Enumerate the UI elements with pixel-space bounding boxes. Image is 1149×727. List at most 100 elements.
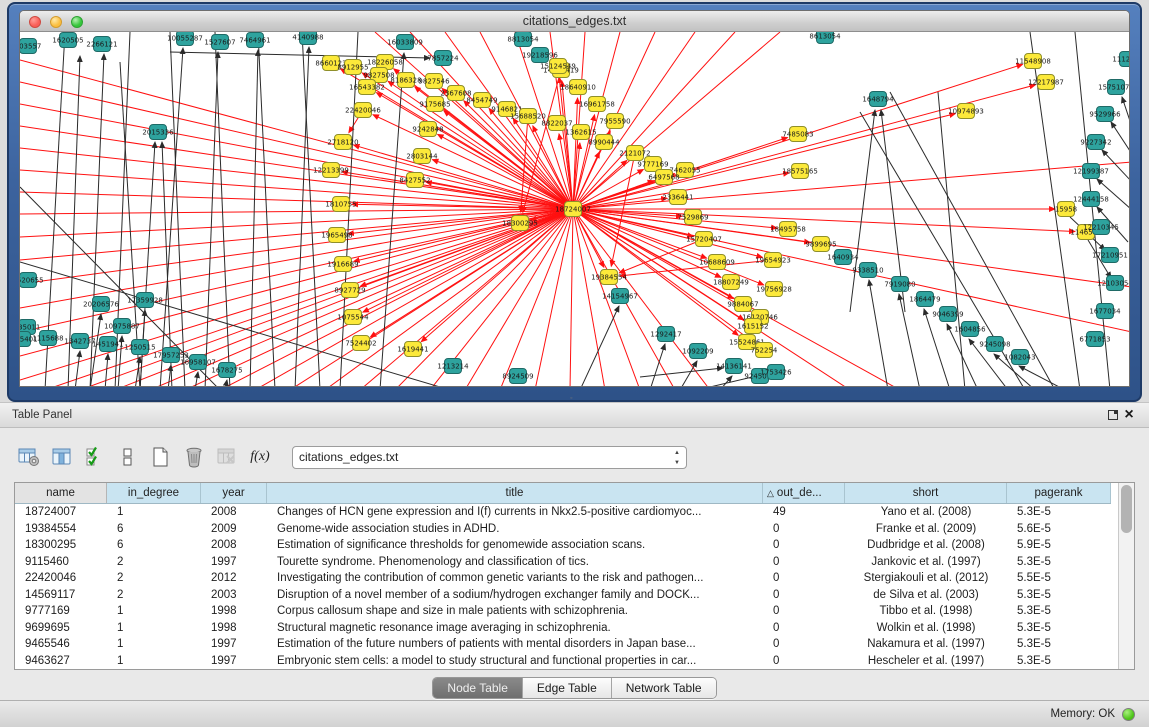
- table-cell: 0: [763, 570, 845, 587]
- zoom-window-button[interactable]: [71, 16, 83, 28]
- table-row[interactable]: 2242004622012Investigating the contribut…: [15, 570, 1111, 587]
- graph-node-label: 22420046: [345, 107, 381, 115]
- table-cell: Wolkin et al. (1998): [845, 620, 1007, 637]
- table-row[interactable]: 1872400712008Changes of HCN gene express…: [15, 504, 1111, 521]
- table-cell: Tibbo et al. (1998): [845, 603, 1007, 620]
- table-row[interactable]: 969969511998Structural magnetic resonanc…: [15, 620, 1111, 637]
- graph-node-label: 8454749: [466, 97, 497, 105]
- graph-node-label: 9242848: [412, 126, 443, 134]
- table-cell: 9465546: [15, 636, 107, 653]
- table-row[interactable]: 1938455462009Genome-wide association stu…: [15, 521, 1111, 538]
- column-header-short[interactable]: short: [845, 483, 1007, 503]
- graph-node-label: 14154967: [602, 293, 638, 301]
- window-titlebar[interactable]: citations_edges.txt: [20, 11, 1129, 32]
- table-cell: 5.3E-5: [1007, 603, 1111, 620]
- graph-node-label: 17210951: [1092, 252, 1128, 260]
- graph-node-label: 19218596: [522, 52, 558, 60]
- graph-node-label: 752254: [751, 347, 778, 355]
- table-cell: 5.3E-5: [1007, 587, 1111, 604]
- delete-columns-button[interactable]: [179, 444, 209, 470]
- table-cell: 9777169: [15, 603, 107, 620]
- network-graph-canvas[interactable]: 1872400718300295193845548660123891295518…: [20, 32, 1130, 387]
- table-panel-body: f(x) citations_edges.txt ▲▼ namein_degre…: [0, 428, 1149, 703]
- tab-network-table[interactable]: Network Table: [612, 678, 716, 698]
- table-cell: 5.3E-5: [1007, 504, 1111, 521]
- table-row[interactable]: 946362711997Embryonic stem cells: a mode…: [15, 653, 1111, 670]
- graph-node-label: 7955590: [599, 118, 630, 126]
- graph-node-label: 9884067: [727, 301, 758, 309]
- column-header-pagerank[interactable]: pagerank: [1007, 483, 1111, 503]
- graph-node-label: 1965498: [321, 232, 352, 240]
- graph-node-label: 18640910: [560, 84, 596, 92]
- select-columns-button[interactable]: [80, 444, 110, 470]
- graph-node-label: 10975887: [104, 323, 140, 331]
- graph-node-label: 1604856: [954, 326, 986, 334]
- graph-node-label: 9777169: [637, 161, 668, 169]
- column-header-in_degree[interactable]: in_degree: [107, 483, 201, 503]
- table-cell: 1997: [201, 653, 267, 670]
- float-panel-icon[interactable]: [1105, 407, 1121, 423]
- window-title: citations_edges.txt: [20, 11, 1129, 32]
- delete-table-button[interactable]: [212, 444, 242, 470]
- column-header-title[interactable]: title: [267, 483, 763, 503]
- graph-node-label: 8822037: [541, 120, 572, 128]
- tab-node-table[interactable]: Node Table: [433, 678, 523, 698]
- graph-node-label: 103557: [20, 43, 41, 51]
- create-column-button[interactable]: [146, 444, 176, 470]
- table-source-selector[interactable]: citations_edges.txt ▲▼: [292, 446, 687, 469]
- show-columns-button[interactable]: [47, 444, 77, 470]
- table-cell: Dudbridge et al. (2008): [845, 537, 1007, 554]
- memory-status-indicator[interactable]: [1122, 708, 1135, 721]
- table-cell: Investigating the contribution of common…: [267, 570, 763, 587]
- table-panel-title: Table Panel: [12, 409, 72, 421]
- graph-node-label: 8813054: [507, 36, 539, 44]
- table-cell: 2008: [201, 537, 267, 554]
- graph-node-label: 8427552: [399, 177, 430, 185]
- graph-node-label: 6497568: [648, 174, 679, 182]
- table-cell: 9115460: [15, 554, 107, 571]
- function-builder-button[interactable]: f(x): [245, 444, 275, 470]
- column-header-name[interactable]: name: [15, 483, 107, 503]
- table-vertical-scrollbar[interactable]: [1118, 483, 1134, 669]
- graph-node-label: 18226058: [367, 59, 403, 67]
- column-header-out_de[interactable]: △out_de...: [763, 483, 845, 503]
- table-cell: Franke et al. (2009): [845, 521, 1007, 538]
- graph-node-label: 1250515: [124, 344, 155, 352]
- graph-node-label: 19384554: [591, 274, 627, 282]
- graph-node-label: 1753426: [760, 369, 792, 377]
- close-panel-icon[interactable]: ×: [1121, 407, 1137, 423]
- tab-edge-table[interactable]: Edge Table: [523, 678, 612, 698]
- graph-node-label: 15720407: [686, 236, 722, 244]
- graph-node-label: 16958107: [180, 359, 216, 367]
- row-height-button[interactable]: [113, 444, 143, 470]
- graph-node-label: 9227342: [1080, 139, 1111, 147]
- table-cell: 49: [763, 504, 845, 521]
- scrollbar-thumb[interactable]: [1121, 485, 1132, 533]
- graph-node-label: 1619441: [397, 346, 428, 354]
- graph-node-label: 15958: [1055, 206, 1077, 214]
- attribute-table: namein_degreeyeartitle△out_de...shortpag…: [14, 482, 1135, 670]
- table-row[interactable]: 1830029562008Estimation of significance …: [15, 537, 1111, 554]
- graph-node-label: 7857224: [427, 55, 459, 63]
- table-cell: 18300295: [15, 537, 107, 554]
- traffic-lights: [29, 16, 83, 28]
- graph-node-label: 7464961: [239, 37, 270, 45]
- graph-node-label: 9338510: [852, 267, 883, 275]
- column-header-year[interactable]: year: [201, 483, 267, 503]
- close-window-button[interactable]: [29, 16, 41, 28]
- table-toolbar: f(x) citations_edges.txt ▲▼: [14, 442, 1141, 472]
- table-cell: 9699695: [15, 620, 107, 637]
- table-row[interactable]: 911546021997Tourette syndrome. Phenomeno…: [15, 554, 1111, 571]
- table-cell: 0: [763, 636, 845, 653]
- nodes-layer: 1872400718300295193845548660123891295518…: [20, 32, 1130, 384]
- graph-node-label: 1864479: [909, 296, 940, 304]
- memory-status-label: Memory: OK: [1050, 708, 1115, 720]
- graph-node-label: 2336441: [662, 194, 693, 202]
- minimize-window-button[interactable]: [50, 16, 62, 28]
- table-mode-button[interactable]: [14, 444, 44, 470]
- table-row[interactable]: 1456911722003Disruption of a novel membe…: [15, 587, 1111, 604]
- graph-node-label: 12103054: [1097, 280, 1130, 288]
- table-row[interactable]: 977716911998Corpus callosum shape and si…: [15, 603, 1111, 620]
- graph-node-label: 1342737: [64, 338, 95, 346]
- table-row[interactable]: 946554611997Estimation of the future num…: [15, 636, 1111, 653]
